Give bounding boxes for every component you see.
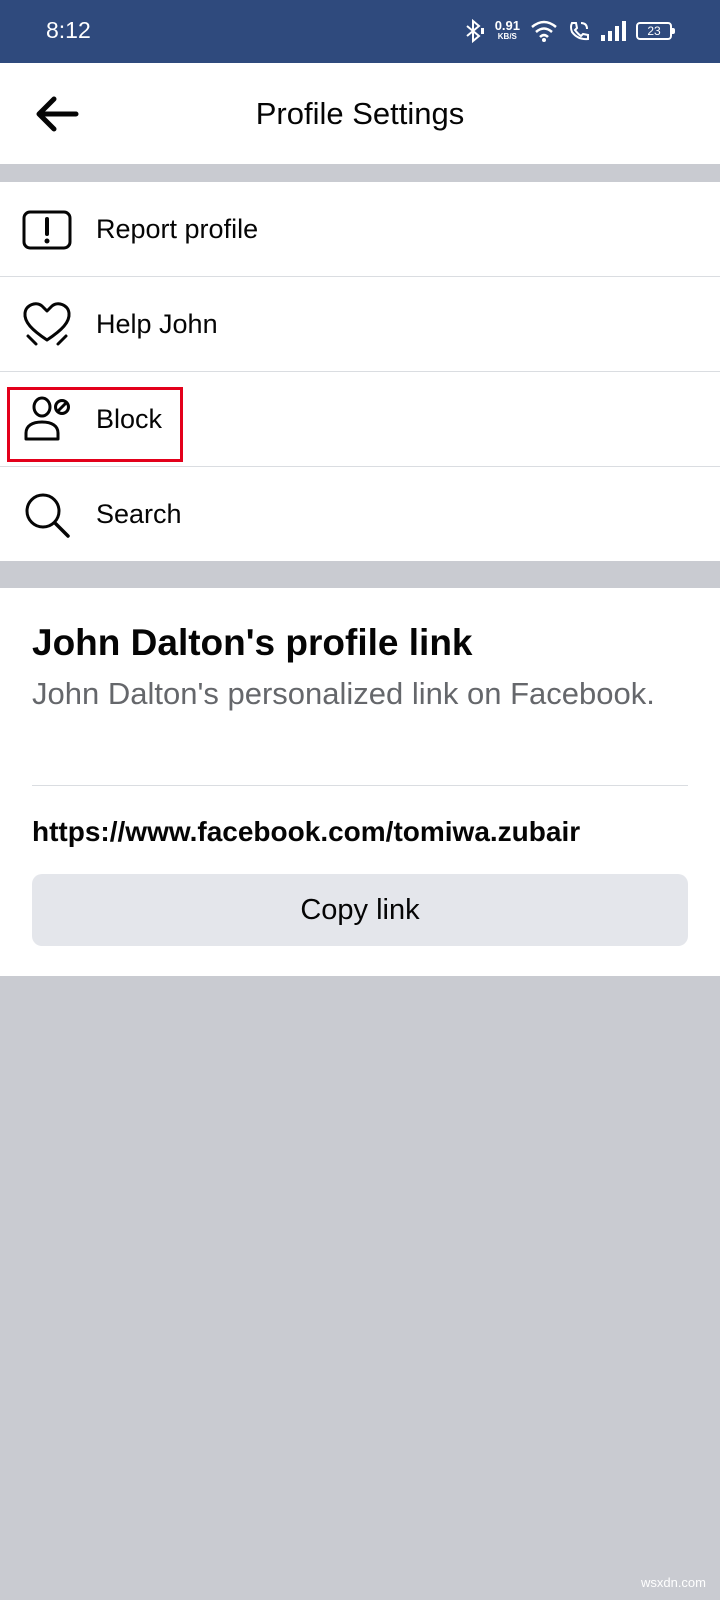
watermark: wsxdn.com	[640, 1575, 706, 1590]
menu-item-search[interactable]: Search	[0, 467, 720, 562]
network-speed-unit: KB/S	[497, 32, 517, 41]
profile-settings-menu: Report profile Help John Block Search	[0, 182, 720, 561]
network-speed: 0.91 KB/S	[494, 18, 520, 42]
copy-link-button[interactable]: Copy link	[32, 874, 688, 946]
network-speed-value: 0.91	[494, 18, 520, 33]
report-icon	[22, 210, 72, 250]
status-icons: 0.91 KB/S 23	[463, 16, 675, 46]
battery-level: 23	[647, 24, 661, 38]
battery-icon: 23	[636, 22, 675, 40]
wifi-icon	[531, 20, 557, 42]
profile-link-card: John Dalton's profile link John Dalton's…	[0, 588, 720, 976]
profile-link-heading: John Dalton's profile link	[32, 622, 473, 663]
menu-item-help-john[interactable]: Help John	[0, 277, 720, 372]
profile-link-description: John Dalton's personalized link on Faceb…	[32, 676, 655, 711]
block-highlight-box	[7, 387, 183, 462]
menu-item-report-profile[interactable]: Report profile	[0, 182, 720, 277]
profile-link-url: https://www.facebook.com/tomiwa.zubair	[32, 816, 581, 847]
signal-icon	[601, 21, 626, 41]
menu-item-label: Report profile	[96, 214, 259, 244]
heart-hand-icon	[23, 302, 71, 346]
app-header: Profile Settings	[0, 63, 720, 164]
wifi-call-icon	[570, 22, 589, 41]
bluetooth-icon	[466, 19, 484, 43]
page-title: Profile Settings	[255, 96, 465, 131]
menu-item-label: Search	[96, 499, 182, 529]
status-time: 8:12	[46, 17, 91, 43]
menu-item-label: Help John	[96, 309, 218, 339]
status-bar: 8:12 0.91 KB/S 23	[0, 0, 720, 63]
divider	[32, 785, 688, 786]
search-icon	[25, 493, 70, 538]
